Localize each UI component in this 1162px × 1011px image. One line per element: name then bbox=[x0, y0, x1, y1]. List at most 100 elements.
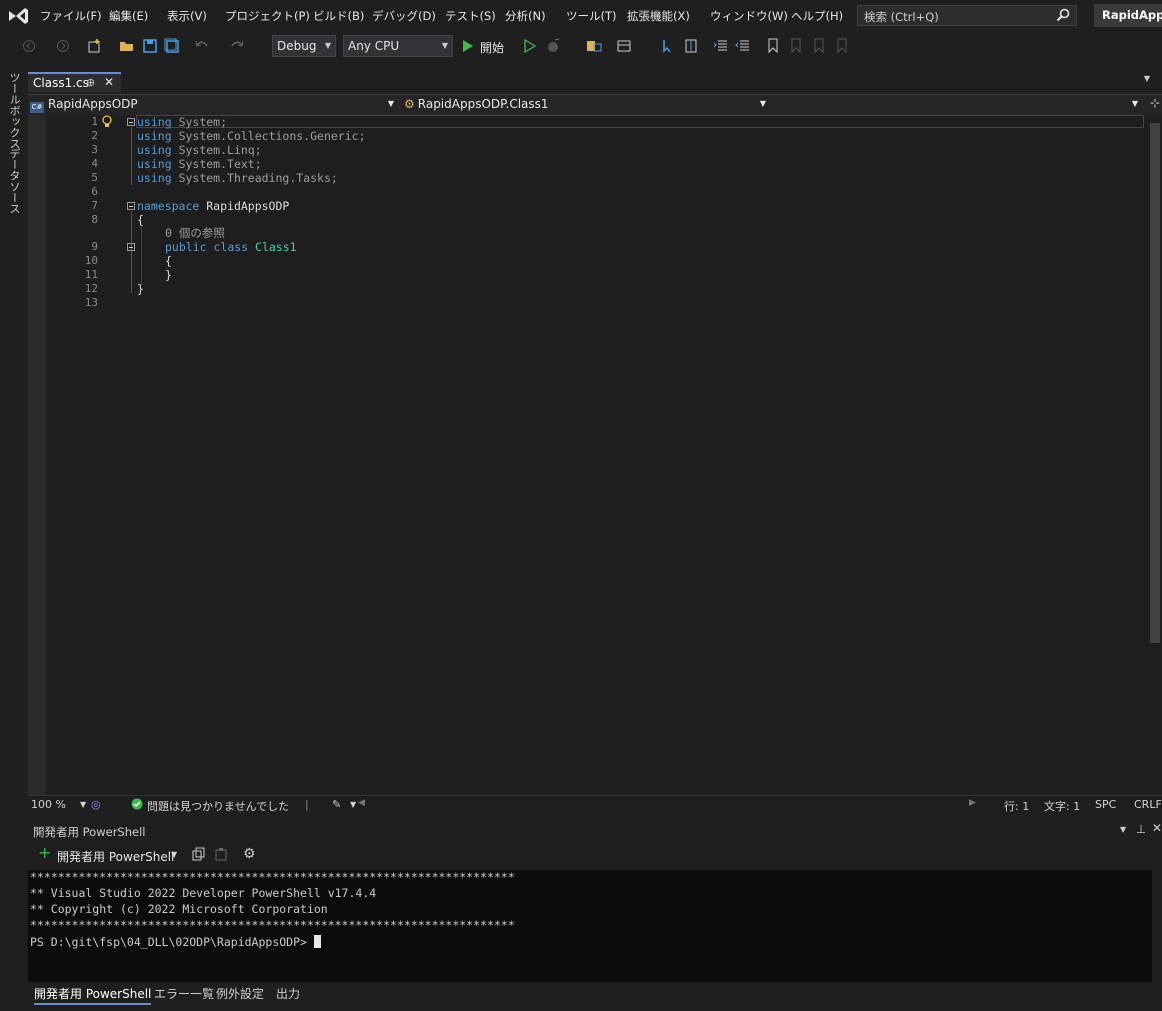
cursor-line[interactable]: 行: 1 bbox=[1004, 798, 1029, 814]
save-icon[interactable] bbox=[141, 37, 159, 55]
menu-extensions[interactable]: 拡張機能(X) bbox=[627, 8, 690, 24]
reference-count-codelens[interactable]: 0 個の参照 bbox=[165, 225, 225, 241]
bookmark-icon[interactable] bbox=[764, 37, 782, 55]
cursor-column[interactable]: 文字: 1 bbox=[1044, 798, 1080, 814]
toolbox-tab[interactable]: ツールボックス bbox=[6, 72, 22, 149]
menu-test[interactable]: テスト(S) bbox=[445, 8, 496, 24]
menu-analyze[interactable]: 分析(N) bbox=[505, 8, 546, 24]
undo-icon[interactable] bbox=[193, 37, 211, 55]
terminal-cursor bbox=[313, 935, 321, 948]
pin-tab-icon[interactable]: ⊕ bbox=[86, 76, 95, 89]
data-sources-tab[interactable]: データソース bbox=[6, 148, 22, 214]
menu-project[interactable]: プロジェクト(P) bbox=[225, 8, 310, 24]
collapse-usings-icon[interactable] bbox=[127, 118, 135, 126]
new-project-icon[interactable] bbox=[85, 37, 103, 55]
menu-help[interactable]: ヘルプ(H) bbox=[791, 8, 843, 24]
navigate-back-icon[interactable] bbox=[20, 37, 38, 55]
issues-status[interactable]: 問題は見つかりませんでした bbox=[147, 798, 289, 814]
terminal-scrollbar[interactable] bbox=[1152, 870, 1162, 982]
project-dropdown[interactable]: C# RapidAppsODP ▼ bbox=[30, 95, 398, 113]
navigate-forward-icon[interactable] bbox=[54, 37, 72, 55]
csharp-file-icon: C# bbox=[30, 102, 44, 113]
split-editor-icon[interactable]: ⊹ bbox=[1150, 96, 1160, 110]
line-number: 13 bbox=[84, 296, 98, 309]
gear-icon[interactable]: ⚙ bbox=[243, 846, 256, 862]
namespace-name: RapidAppsODP bbox=[206, 199, 290, 213]
project-dropdown-value: RapidAppsODP bbox=[48, 97, 138, 111]
indent-mode[interactable]: SPC bbox=[1095, 798, 1116, 811]
line-ending[interactable]: CRLF bbox=[1134, 798, 1162, 811]
tab-label: Class1.cs bbox=[33, 76, 89, 90]
tab-output[interactable]: 出力 bbox=[276, 985, 300, 1002]
zoom-level[interactable]: 100 % bbox=[31, 798, 66, 811]
solution-explorer-icon[interactable] bbox=[585, 37, 603, 55]
menu-file[interactable]: ファイル(F) bbox=[40, 8, 102, 24]
configuration-select[interactable]: Debug ▼ bbox=[272, 35, 336, 57]
open-folder-icon[interactable] bbox=[118, 37, 136, 55]
scroll-left-icon[interactable]: ◀ bbox=[358, 798, 365, 808]
intellicode-icon[interactable]: ◎ bbox=[91, 798, 101, 811]
editor-vertical-scrollbar[interactable] bbox=[1148, 115, 1162, 795]
code-line-4: using System.Text; bbox=[137, 157, 262, 171]
new-terminal-button[interactable]: 開発者用 PowerShell bbox=[57, 848, 174, 865]
hot-reload-icon[interactable] bbox=[545, 37, 563, 55]
pin-panel-icon[interactable]: ⊥ bbox=[1136, 822, 1146, 836]
toggle-layout-icon[interactable] bbox=[682, 37, 700, 55]
comment-lines-icon[interactable] bbox=[712, 37, 730, 55]
code-editor[interactable]: 1 2 3 4 5 6 7 8 9 10 11 12 13 using Syst… bbox=[28, 115, 1148, 795]
uncomment-lines-icon[interactable] bbox=[734, 37, 752, 55]
line-number: 8 bbox=[91, 213, 98, 226]
paste-icon[interactable] bbox=[214, 847, 228, 864]
collapse-namespace-icon[interactable] bbox=[127, 202, 135, 210]
chevron-down-icon[interactable]: ▼ bbox=[350, 800, 356, 809]
tab-class1-cs[interactable]: Class1.cs ⊕ ✕ bbox=[28, 72, 121, 92]
solution-name-badge[interactable]: RapidAppsODP bbox=[1094, 4, 1162, 27]
platform-select[interactable]: Any CPU ▼ bbox=[343, 35, 453, 57]
tab-exception-settings[interactable]: 例外設定 bbox=[216, 985, 264, 1002]
close-tab-icon[interactable]: ✕ bbox=[104, 75, 114, 89]
copy-icon[interactable] bbox=[192, 847, 206, 864]
separator: | bbox=[305, 798, 309, 811]
scroll-right-icon[interactable]: ▶ bbox=[969, 798, 976, 808]
tab-overflow-chevron-icon[interactable]: ▼ bbox=[1144, 74, 1150, 83]
member-dropdown[interactable]: ▼ bbox=[776, 95, 1142, 113]
previous-bookmark-icon[interactable] bbox=[787, 37, 805, 55]
keyword-using: using bbox=[137, 171, 172, 185]
search-box[interactable]: 検索 (Ctrl+Q) bbox=[857, 5, 1077, 26]
tab-developer-powershell[interactable]: 開発者用 PowerShell bbox=[34, 985, 152, 1005]
layout-icon[interactable] bbox=[615, 37, 633, 55]
chevron-down-icon: ▼ bbox=[387, 99, 394, 108]
terminal-output[interactable]: ****************************************… bbox=[28, 870, 1152, 982]
select-element-icon[interactable] bbox=[660, 37, 678, 55]
line-number: 4 bbox=[91, 157, 98, 170]
add-terminal-icon[interactable]: + bbox=[38, 845, 51, 861]
lightbulb-icon[interactable] bbox=[101, 115, 113, 132]
save-all-icon[interactable] bbox=[163, 37, 181, 55]
bottom-tool-tabs: 開発者用 PowerShell エラー一覧 例外設定 出力 bbox=[28, 983, 1162, 1005]
start-without-debugging-icon[interactable] bbox=[521, 37, 539, 55]
menu-view[interactable]: 表示(V) bbox=[167, 8, 207, 24]
redo-icon[interactable] bbox=[228, 37, 246, 55]
terminal-line: ** Visual Studio 2022 Developer PowerShe… bbox=[30, 886, 377, 900]
chevron-down-icon[interactable]: ▼ bbox=[80, 800, 86, 809]
chevron-down-icon[interactable]: ▼ bbox=[171, 850, 177, 859]
start-debug-icon[interactable] bbox=[459, 37, 477, 55]
menu-edit[interactable]: 編集(E) bbox=[109, 8, 148, 24]
line-number: 12 bbox=[84, 282, 98, 295]
start-button[interactable]: 開始 bbox=[480, 39, 504, 56]
collapse-class-icon[interactable] bbox=[127, 243, 135, 251]
clear-bookmarks-icon[interactable] bbox=[833, 37, 851, 55]
menu-tools[interactable]: ツール(T) bbox=[566, 8, 617, 24]
close-panel-icon[interactable]: ✕ bbox=[1152, 821, 1162, 835]
tab-error-list[interactable]: エラー一覧 bbox=[154, 985, 214, 1002]
panel-options-chevron-icon[interactable]: ▼ bbox=[1120, 825, 1126, 834]
menu-debug[interactable]: デバッグ(D) bbox=[372, 8, 436, 24]
menu-window[interactable]: ウィンドウ(W) bbox=[710, 8, 788, 24]
scrollbar-thumb[interactable] bbox=[1150, 123, 1160, 643]
code-line-2: using System.Collections.Generic; bbox=[137, 129, 366, 143]
code-cleanup-brush-icon[interactable]: ✎ bbox=[332, 798, 341, 811]
next-bookmark-icon[interactable] bbox=[810, 37, 828, 55]
menu-build[interactable]: ビルド(B) bbox=[313, 8, 364, 24]
using-target: System.Collections.Generic; bbox=[178, 129, 366, 143]
class-dropdown[interactable]: ⚙ RapidAppsODP.Class1 ▼ bbox=[404, 95, 770, 113]
